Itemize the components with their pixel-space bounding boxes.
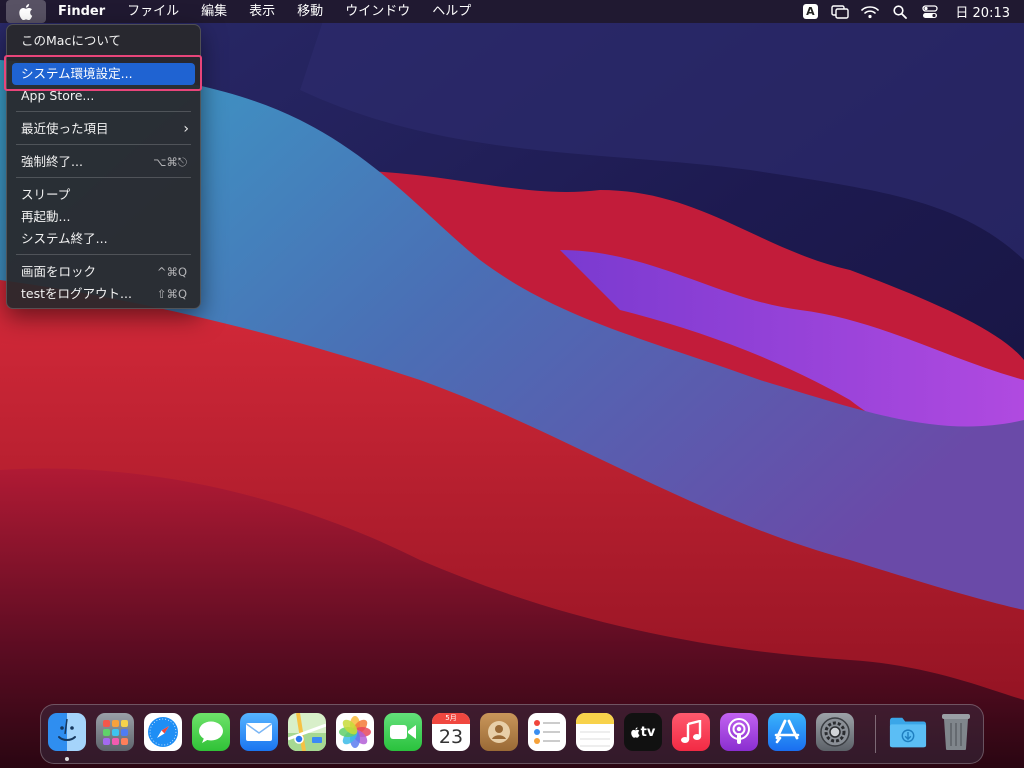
shortcut-label: ⇧⌘Q xyxy=(156,287,187,301)
podcasts-icon[interactable] xyxy=(720,713,758,751)
app-store-icon[interactable] xyxy=(768,713,806,751)
facetime-icon[interactable] xyxy=(384,713,422,751)
mail-icon[interactable] xyxy=(240,713,278,751)
menu-item-sleep[interactable]: スリープ xyxy=(12,184,195,206)
menu-go[interactable]: 移動 xyxy=(286,0,334,23)
apple-tv-icon[interactable]: tv xyxy=(624,713,662,751)
menu-clock[interactable]: 日 20:13 xyxy=(945,2,1016,21)
input-source-icon[interactable]: A xyxy=(795,0,825,23)
control-center-icon[interactable] xyxy=(915,0,945,23)
shortcut-label: ^⌘Q xyxy=(156,265,187,279)
dock-separator xyxy=(875,715,876,753)
shortcut-label: ⌥⌘⎋ xyxy=(153,155,187,169)
launchpad-icon[interactable] xyxy=(96,713,134,751)
menu-separator xyxy=(16,144,191,145)
music-icon[interactable] xyxy=(672,713,710,751)
messages-icon[interactable] xyxy=(192,713,230,751)
menu-app-name[interactable]: Finder xyxy=(46,0,116,23)
trash-icon[interactable] xyxy=(937,713,975,751)
apple-icon xyxy=(19,3,33,20)
spotlight-search-icon[interactable] xyxy=(885,0,915,23)
menu-item-log-out[interactable]: testをログアウト... ⇧⌘Q xyxy=(12,283,195,305)
apple-menu-button[interactable] xyxy=(6,0,46,23)
contacts-icon[interactable] xyxy=(480,713,518,751)
menu-window[interactable]: ウインドウ xyxy=(334,0,421,23)
menu-file[interactable]: ファイル xyxy=(116,0,190,23)
downloads-folder-icon[interactable] xyxy=(889,713,927,751)
menu-item-lock-screen[interactable]: 画面をロック ^⌘Q xyxy=(12,261,195,283)
menu-item-about-this-mac[interactable]: このMacについて xyxy=(12,30,195,52)
menu-item-restart[interactable]: 再起動... xyxy=(12,206,195,228)
status-area: A 日 20:13 xyxy=(795,0,1024,23)
menu-bar: Finder ファイル 編集 表示 移動 ウインドウ ヘルプ A 日 20:13 xyxy=(0,0,1024,23)
dock: 5月 23 tv xyxy=(40,704,984,764)
photos-icon[interactable] xyxy=(336,713,374,751)
calendar-icon[interactable]: 5月 23 xyxy=(432,713,470,751)
system-preferences-icon[interactable] xyxy=(816,713,854,751)
menu-separator xyxy=(16,177,191,178)
wifi-icon[interactable] xyxy=(855,0,885,23)
menu-item-shut-down[interactable]: システム終了... xyxy=(12,228,195,250)
menu-separator xyxy=(16,111,191,112)
menu-view[interactable]: 表示 xyxy=(238,0,286,23)
menu-item-recent-items[interactable]: 最近使った項目 › xyxy=(12,118,195,140)
screen-mirroring-icon[interactable] xyxy=(825,0,855,23)
menu-item-force-quit[interactable]: 強制終了... ⌥⌘⎋ xyxy=(12,151,195,173)
annotation-highlight-box xyxy=(4,55,202,91)
menu-help[interactable]: ヘルプ xyxy=(421,0,482,23)
chevron-right-icon: › xyxy=(183,121,189,137)
maps-icon[interactable] xyxy=(288,713,326,751)
notes-icon[interactable] xyxy=(576,713,614,751)
menu-edit[interactable]: 編集 xyxy=(190,0,238,23)
finder-icon[interactable] xyxy=(48,713,86,751)
running-indicator xyxy=(65,757,69,761)
menu-separator xyxy=(16,254,191,255)
safari-icon[interactable] xyxy=(144,713,182,751)
reminders-icon[interactable] xyxy=(528,713,566,751)
